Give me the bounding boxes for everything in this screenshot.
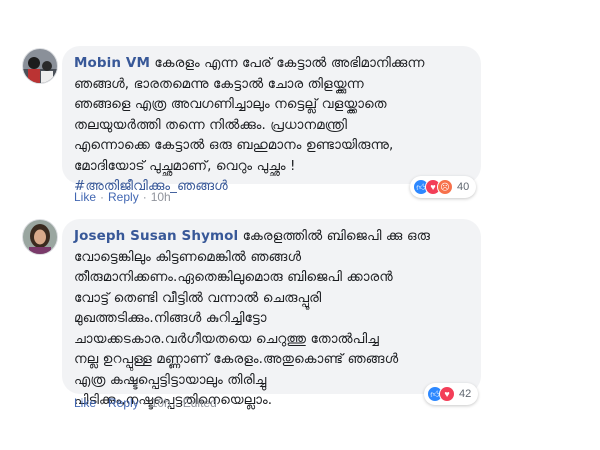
reaction-count: 42 bbox=[459, 388, 472, 400]
angry-reaction-icon: ☹ bbox=[437, 179, 453, 195]
comment-text-line: വോട്ടെങ്കിലും കിട്ടണമെങ്കിൽ ഞങ്ങൾ bbox=[74, 248, 302, 265]
comment-timestamp[interactable]: 10h bbox=[151, 396, 171, 410]
comment-bubble: Joseph Susan Shymol കേരളത്തിൽ ബിജെപി ക്ക… bbox=[62, 219, 481, 408]
comment-actions: Like · Reply · 10h bbox=[74, 190, 171, 204]
reaction-count: 40 bbox=[457, 181, 470, 193]
comment-timestamp[interactable]: 10h bbox=[151, 190, 171, 204]
comment-text-line: നല്ല ഉറപ്പുള്ള മണ്ണാണ് കേരളം.അതുകൊണ്ട് ഞ… bbox=[74, 351, 399, 367]
reply-link[interactable]: Reply bbox=[108, 396, 139, 410]
profile-photo-icon bbox=[23, 49, 57, 83]
like-link[interactable]: Like bbox=[74, 190, 96, 204]
comment-text-line: ഞങ്ങൾ, ഭാരതമെന്നു കേട്ടാൽ ചോര തിളയ്ക്കുന… bbox=[74, 75, 364, 92]
comment-text-line: ചായക്കടകാര.വർഗീയതയെ ചെറുത്തു തോൽപിച്ച bbox=[74, 330, 379, 347]
comment-text-line: എന്നൊക്കെ കേട്ടാൽ ഒരു ബഹുമാനം ഉണ്ടായിരുന… bbox=[74, 137, 394, 153]
reactions-summary[interactable]: 👍︎ ♥ ☹ 40 bbox=[410, 176, 477, 198]
profile-photo-icon bbox=[23, 220, 57, 254]
comment-text-line: കേരളം എന്ന പേര് കേട്ടാൽ അഭിമാനിക്കുന്ന bbox=[154, 55, 425, 71]
comment-author[interactable]: Mobin VM bbox=[74, 55, 150, 71]
comment-text-line: തലയുയർത്തി തന്നെ നിൽക്കും. പ്രധാനമന്ത്രി bbox=[74, 116, 348, 133]
reply-link[interactable]: Reply bbox=[108, 190, 139, 204]
comment-text-line: കേരളത്തിൽ ബിജെപി ക്കു ഒരു bbox=[242, 228, 430, 244]
comment-text-line: മുഖത്തടിക്കും.നിങ്ങൾ കുറിച്ചിട്ടോ bbox=[74, 310, 267, 326]
avatar[interactable] bbox=[22, 48, 58, 84]
edited-label[interactable]: Edited bbox=[183, 396, 217, 410]
comment-text-line: വോട്ട് തെണ്ടി വീട്ടിൽ വന്നാൽ ചെരുപ്പൂരി bbox=[74, 289, 322, 306]
avatar[interactable] bbox=[22, 219, 58, 255]
comment-text-line: തീരുമാനിക്കണം.ഏതെങ്കിലുമൊരു ബിജെപി ക്കാര… bbox=[74, 269, 393, 285]
love-reaction-icon: ♥ bbox=[439, 386, 455, 402]
reactions-summary[interactable]: 👍︎ ♥ 42 bbox=[424, 383, 479, 405]
like-link[interactable]: Like bbox=[74, 396, 96, 410]
comment-bubble: Mobin VM കേരളം എന്ന പേര് കേട്ടാൽ അഭിമാനി… bbox=[62, 46, 481, 194]
comment-text-line: ഞങ്ങളെ എത്ര അവഗണിച്ചാലും നട്ടെല്ല് വളയ്ക… bbox=[74, 96, 387, 112]
comment-text-line: മോദിയോട് പുച്ഛമാണ്, വെറും പുച്ഛം ! bbox=[74, 157, 296, 174]
comment-actions: Like · Reply · 10h · Edited bbox=[74, 396, 217, 410]
comment-text-line: എത്ര കഷ്ടപ്പെട്ടിട്ടായാലും തിരിച്ചു bbox=[74, 371, 267, 388]
comment-author[interactable]: Joseph Susan Shymol bbox=[74, 228, 238, 244]
